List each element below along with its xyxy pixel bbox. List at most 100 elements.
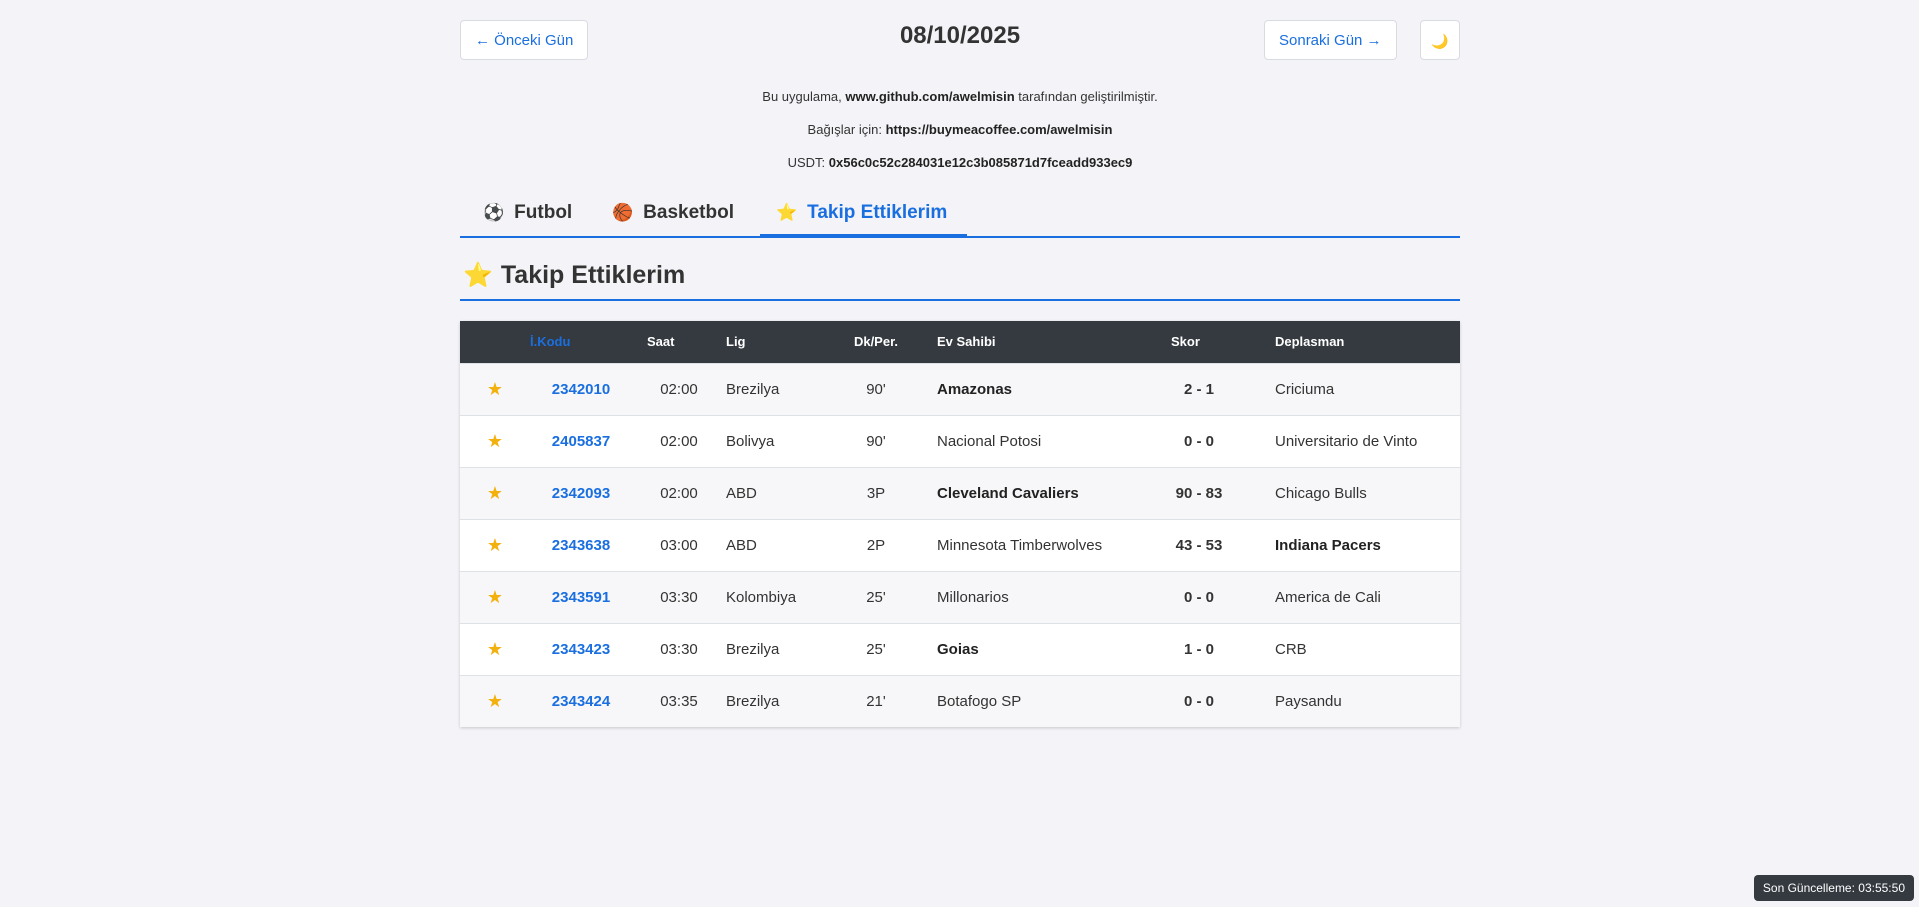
table-row: ★ 2343423 03:30 Brezilya 25' Goias 1 - 0… [460, 623, 1460, 675]
tab-futbol[interactable]: ⚽ Futbol [483, 192, 572, 234]
away-team: America de Cali [1275, 588, 1381, 606]
match-time: 02:00 [660, 380, 698, 398]
away-team: Indiana Pacers [1275, 536, 1381, 554]
match-score: 2 - 1 [1183, 380, 1214, 398]
donation-line: Bağışlar için: https://buymeacoffee.com/… [460, 113, 1460, 146]
favorite-star-icon[interactable]: ★ [460, 623, 530, 675]
match-league: Brezilya [726, 380, 780, 398]
match-code-link[interactable]: 2343424 [530, 675, 632, 727]
match-league: Brezilya [726, 692, 780, 710]
credits-line: Bu uygulama, www.github.com/awelmisin ta… [460, 80, 1460, 113]
home-team: Nacional Potosi [937, 432, 1042, 450]
table-row: ★ 2342010 02:00 Brezilya 90' Amazonas 2 … [460, 363, 1460, 415]
usdt-address: 0x56c0c52c284031e12c3b085871d7fceadd933e… [828, 155, 1133, 170]
header-time: Saat [647, 334, 675, 350]
away-team: Paysandu [1275, 692, 1342, 710]
last-updated-badge: Son Güncelleme: 03:55:50 [1753, 875, 1914, 901]
match-time: 03:00 [660, 536, 698, 554]
match-time: 03:30 [660, 588, 698, 606]
match-league: ABD [726, 484, 757, 502]
table-row: ★ 2343638 03:00 ABD 2P Minnesota Timberw… [460, 519, 1460, 571]
match-score: 43 - 53 [1175, 536, 1223, 554]
home-team: Millonarios [937, 588, 1009, 606]
header-code: İ.Kodu [530, 334, 571, 350]
home-team: Minnesota Timberwolves [937, 536, 1103, 554]
donation-link: https://buymeacoffee.com/awelmisin [885, 122, 1113, 137]
match-minute: 3P [866, 484, 886, 502]
usdt-line: USDT: 0x56c0c52c284031e12c3b085871d7fcea… [460, 146, 1460, 179]
match-minute: 25' [866, 640, 886, 658]
away-team: Criciuma [1275, 380, 1335, 398]
match-minute: 21' [866, 692, 886, 710]
favorite-star-icon[interactable]: ★ [460, 363, 530, 415]
section-title: ⭐ Takip Ettiklerim [460, 255, 1460, 301]
table-row: ★ 2405837 02:00 Bolivya 90' Nacional Pot… [460, 415, 1460, 467]
match-score: 0 - 0 [1183, 692, 1214, 710]
tab-label: Basketbol [643, 202, 734, 223]
header-favorite [460, 321, 530, 363]
header-score: Skor [1171, 334, 1200, 350]
tab-basketbol[interactable]: 🏀 Basketbol [612, 192, 734, 234]
soccer-ball-icon: ⚽ [483, 203, 505, 222]
match-league: Bolivya [726, 432, 775, 450]
match-code-link[interactable]: 2342093 [530, 467, 632, 519]
header-home: Ev Sahibi [937, 334, 996, 350]
match-minute: 25' [866, 588, 886, 606]
main-container: ← Önceki Gün 08/10/2025 Sonraki Gün → 🌙 … [460, 0, 1460, 727]
table-row: ★ 2343424 03:35 Brezilya 21' Botafogo SP… [460, 675, 1460, 727]
basketball-icon: 🏀 [612, 203, 634, 222]
match-score: 0 - 0 [1183, 588, 1214, 606]
match-minute: 90' [866, 380, 886, 398]
credits-suffix: tarafından geliştirilmiştir. [1014, 89, 1158, 104]
favorite-star-icon[interactable]: ★ [460, 571, 530, 623]
home-team: Goias [937, 640, 979, 658]
date-navigation: ← Önceki Gün 08/10/2025 Sonraki Gün → 🌙 [460, 0, 1460, 80]
match-league: ABD [726, 536, 757, 554]
match-minute: 90' [866, 432, 886, 450]
favorite-star-icon[interactable]: ★ [460, 467, 530, 519]
header-away: Deplasman [1275, 334, 1345, 350]
sport-tabs: ⚽ Futbol 🏀 Basketbol ⭐ Takip Ettiklerim [460, 192, 1460, 238]
match-league: Kolombiya [726, 588, 797, 606]
dark-mode-toggle-button[interactable]: 🌙 [1420, 20, 1460, 60]
away-team: CRB [1275, 640, 1307, 658]
match-code-link[interactable]: 2405837 [530, 415, 632, 467]
home-team: Botafogo SP [937, 692, 1022, 710]
section-title-text: Takip Ettiklerim [500, 261, 686, 289]
header-minute: Dk/Per. [853, 334, 899, 350]
match-code-link[interactable]: 2342010 [530, 363, 632, 415]
tab-label: Takip Ettiklerim [807, 202, 948, 223]
match-score: 1 - 0 [1183, 640, 1214, 658]
match-time: 02:00 [660, 484, 698, 502]
favorite-star-icon[interactable]: ★ [460, 519, 530, 571]
match-minute: 2P [866, 536, 886, 554]
app-info: Bu uygulama, www.github.com/awelmisin ta… [460, 80, 1460, 179]
match-score: 0 - 0 [1183, 432, 1214, 450]
next-day-button[interactable]: Sonraki Gün → [1264, 20, 1397, 60]
match-time: 03:30 [660, 640, 698, 658]
table-header-row: İ.Kodu Saat Lig Dk/Per. Ev Sahibi Skor D… [460, 321, 1460, 363]
match-score: 90 - 83 [1175, 484, 1223, 502]
match-time: 03:35 [660, 692, 698, 710]
home-team: Amazonas [937, 380, 1013, 398]
favorite-star-icon[interactable]: ★ [460, 675, 530, 727]
github-link: www.github.com/awelmisin [845, 89, 1015, 104]
away-team: Universitario de Vinto [1275, 432, 1418, 450]
tab-label: Futbol [514, 202, 573, 223]
credits-prefix: Bu uygulama, [762, 89, 846, 104]
followed-matches-table: İ.Kodu Saat Lig Dk/Per. Ev Sahibi Skor D… [460, 321, 1460, 727]
header-league: Lig [726, 334, 746, 350]
moon-icon: 🌙 [1431, 33, 1449, 49]
away-team: Chicago Bulls [1275, 484, 1367, 502]
home-team: Cleveland Cavaliers [937, 484, 1079, 502]
match-code-link[interactable]: 2343638 [530, 519, 632, 571]
tab-takip-ettiklerim[interactable]: ⭐ Takip Ettiklerim [760, 192, 968, 237]
star-icon: ⭐ [463, 262, 493, 289]
usdt-prefix: USDT: [787, 155, 829, 170]
table-row: ★ 2342093 02:00 ABD 3P Cleveland Cavalie… [460, 467, 1460, 519]
match-code-link[interactable]: 2343591 [530, 571, 632, 623]
favorite-star-icon[interactable]: ★ [460, 415, 530, 467]
star-icon: ⭐ [776, 203, 798, 222]
match-code-link[interactable]: 2343423 [530, 623, 632, 675]
donation-prefix: Bağışlar için: [807, 122, 886, 137]
